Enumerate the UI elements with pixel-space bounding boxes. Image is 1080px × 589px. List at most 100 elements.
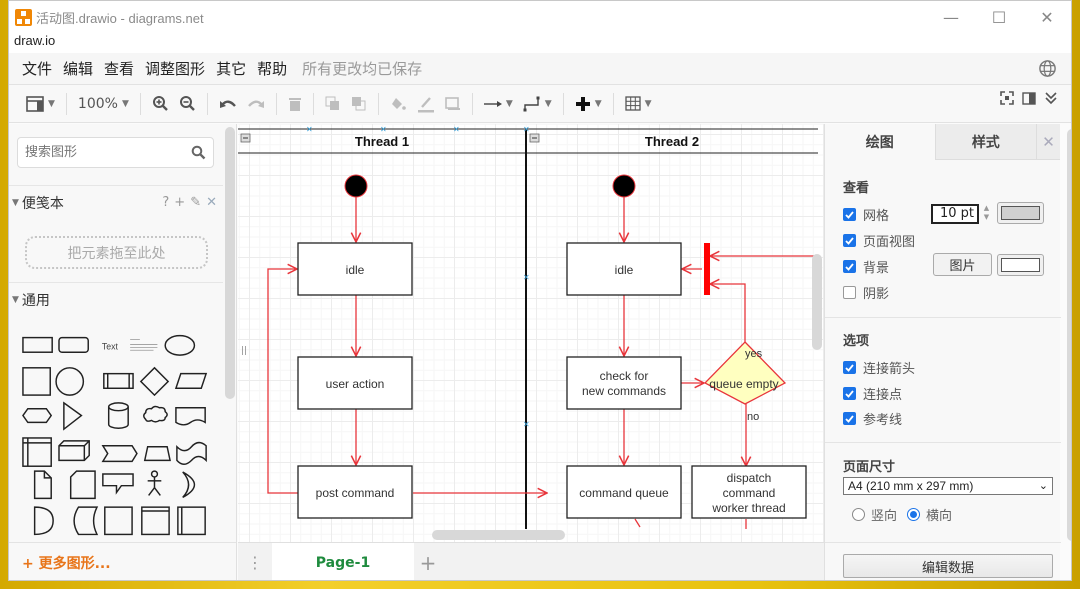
- waypoints-button[interactable]: ▼: [518, 90, 557, 118]
- scratchpad-dropzone[interactable]: 把元素拖至此处: [25, 236, 208, 269]
- node-idle-thread-1[interactable]: idle: [297, 242, 413, 296]
- landscape-radio[interactable]: [907, 508, 920, 521]
- background-color-button[interactable]: [997, 254, 1044, 276]
- shape-note[interactable]: [33, 470, 52, 500]
- zoom-dropdown[interactable]: 100% ▼: [73, 90, 134, 118]
- line-color-button[interactable]: [412, 90, 440, 118]
- menu-view[interactable]: 查看: [104, 58, 134, 79]
- node-idle-thread-2[interactable]: idle: [566, 242, 682, 296]
- table-button[interactable]: ▼: [620, 90, 657, 118]
- scratchpad-help-icon[interactable]: ?: [162, 195, 169, 210]
- shadow-checkbox[interactable]: [843, 286, 856, 299]
- shape-search-input[interactable]: [18, 138, 183, 167]
- zoom-in-button[interactable]: [147, 90, 174, 118]
- shape-triangle[interactable]: [63, 401, 83, 431]
- view-panels-button[interactable]: ▼: [21, 90, 60, 118]
- tab-style[interactable]: 样式: [934, 124, 1037, 160]
- page-tab-page-1[interactable]: Page-1: [272, 542, 414, 580]
- shape-swimlane-h[interactable]: [141, 506, 170, 536]
- shape-hexagon[interactable]: [22, 408, 53, 424]
- shape-search-box[interactable]: [17, 137, 214, 168]
- insert-button[interactable]: ▼: [570, 90, 607, 118]
- maximize-button[interactable]: ☐: [975, 1, 1023, 33]
- sync-bar[interactable]: [704, 243, 710, 295]
- undo-button[interactable]: [214, 90, 242, 118]
- menu-arrange[interactable]: 调整图形: [145, 58, 205, 79]
- shape-process[interactable]: [103, 372, 134, 389]
- portrait-radio[interactable]: [852, 508, 865, 521]
- close-window-button[interactable]: ✕: [1023, 1, 1071, 33]
- to-back-button[interactable]: [346, 90, 372, 118]
- shape-swimlane-v[interactable]: [177, 506, 206, 536]
- diagram-canvas[interactable]: Thread 1 Thread 2 ✕ ✕ ✕ ✕ ✕ ✕ idle user …: [238, 124, 824, 542]
- landscape-radio-row[interactable]: 横向: [907, 505, 952, 524]
- close-panel-icon[interactable]: ✕: [1036, 124, 1060, 160]
- shape-internal-storage[interactable]: [22, 437, 52, 467]
- tab-diagram[interactable]: 绘图: [825, 124, 935, 160]
- shape-ellipse[interactable]: [164, 334, 196, 356]
- shadow-checkbox-row[interactable]: 阴影: [843, 283, 889, 302]
- shape-rectangle[interactable]: [22, 336, 53, 353]
- shape-delay[interactable]: [33, 506, 54, 536]
- shape-text[interactable]: Text: [102, 341, 119, 351]
- shape-callout[interactable]: [102, 473, 134, 495]
- shape-data-storage[interactable]: [73, 506, 99, 536]
- shape-rounded-rectangle[interactable]: [58, 336, 89, 353]
- delete-button[interactable]: [283, 90, 307, 118]
- fill-color-button[interactable]: [385, 90, 412, 118]
- search-icon[interactable]: [191, 145, 206, 160]
- language-globe-icon[interactable]: [1038, 59, 1057, 78]
- pages-menu-icon[interactable]: ⋮: [238, 553, 272, 572]
- sidebar-scrollbar[interactable]: [225, 127, 235, 399]
- shape-cloud[interactable]: [143, 405, 168, 423]
- shape-textbox[interactable]: [130, 339, 158, 351]
- shape-cylinder[interactable]: [107, 402, 129, 429]
- node-user-action[interactable]: user action: [297, 356, 413, 410]
- node-dispatch-command[interactable]: dispatch command worker thread: [691, 465, 807, 519]
- menu-extras[interactable]: 其它: [216, 58, 246, 79]
- to-front-button[interactable]: [320, 90, 346, 118]
- shape-actor[interactable]: [147, 470, 162, 496]
- background-checkbox[interactable]: [843, 260, 856, 273]
- shape-trapezoid[interactable]: [143, 446, 171, 462]
- shape-or[interactable]: [182, 471, 196, 499]
- edit-data-button[interactable]: 编辑数据: [843, 554, 1053, 578]
- page-view-checkbox-row[interactable]: 页面视图: [843, 231, 915, 250]
- menu-help[interactable]: 帮助: [257, 58, 287, 79]
- grid-color-button[interactable]: [997, 202, 1044, 224]
- panel-scrollbar[interactable]: [1067, 129, 1071, 541]
- background-checkbox-row[interactable]: 背景: [843, 257, 889, 276]
- start-node-thread-2[interactable]: [612, 174, 636, 198]
- redo-button[interactable]: [242, 90, 270, 118]
- connection-arrows-row[interactable]: 连接箭头: [843, 358, 915, 377]
- scratchpad-add-icon[interactable]: +: [174, 195, 185, 210]
- scratchpad-header[interactable]: ▼ 便笺本 ? + ✎ ✕: [9, 185, 223, 219]
- menu-file[interactable]: 文件: [22, 58, 52, 79]
- background-image-button[interactable]: 图片: [933, 253, 992, 276]
- canvas-vertical-scrollbar[interactable]: [812, 254, 822, 350]
- grid-size-stepper[interactable]: ▲ ▼: [981, 204, 992, 224]
- shape-cube[interactable]: [58, 440, 90, 462]
- grid-size-input[interactable]: 10 pt: [931, 204, 979, 224]
- collapse-toolbar-icon[interactable]: [1043, 90, 1059, 106]
- guides-row[interactable]: 参考线: [843, 409, 902, 428]
- shape-square[interactable]: [22, 367, 51, 396]
- start-node-thread-1[interactable]: [344, 174, 368, 198]
- guides-checkbox[interactable]: [843, 412, 856, 425]
- add-page-button[interactable]: +: [414, 551, 442, 575]
- connection-arrows-checkbox[interactable]: [843, 361, 856, 374]
- shape-document[interactable]: [175, 407, 206, 426]
- general-shapes-header[interactable]: ▼ 通用: [9, 282, 223, 316]
- page-view-checkbox[interactable]: [843, 234, 856, 247]
- shape-diamond[interactable]: [139, 366, 170, 397]
- more-shapes-button[interactable]: + 更多图形...: [9, 542, 236, 580]
- shadow-button[interactable]: [440, 90, 466, 118]
- node-post-command[interactable]: post command: [297, 465, 413, 519]
- format-panel-toggle-icon[interactable]: [1021, 90, 1037, 106]
- scratchpad-close-icon[interactable]: ✕: [206, 195, 217, 210]
- shape-circle[interactable]: [55, 367, 85, 396]
- connection-style-button[interactable]: ▼: [479, 90, 518, 118]
- node-check-new-commands[interactable]: check for new commands: [566, 356, 682, 410]
- node-command-queue[interactable]: command queue: [566, 465, 682, 519]
- fullscreen-icon[interactable]: [999, 90, 1015, 106]
